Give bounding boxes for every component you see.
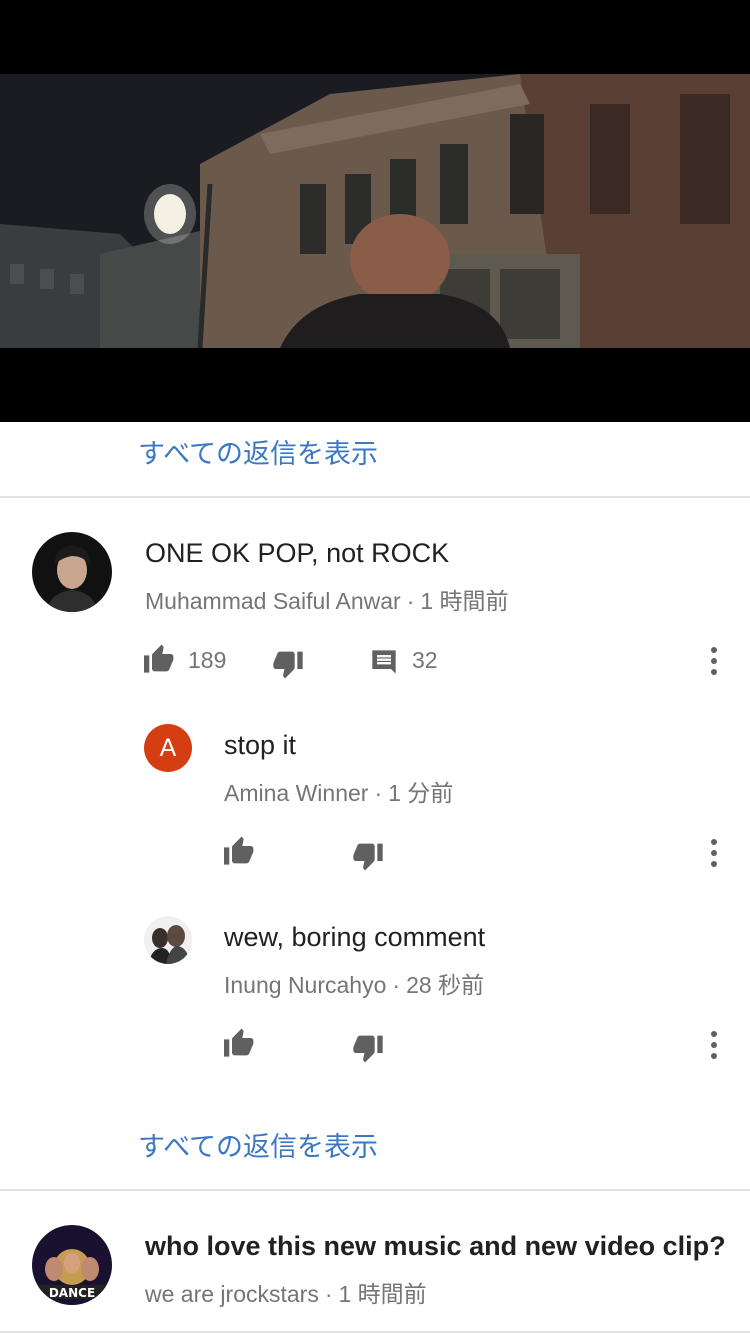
like-button[interactable] — [224, 835, 256, 865]
show-all-replies-link[interactable]: すべての返信を表示 — [138, 1125, 378, 1164]
reply-author[interactable]: Inung Nurcahyo — [224, 972, 386, 998]
comment-time: 1 時間前 — [338, 1281, 427, 1307]
avatar[interactable] — [144, 916, 192, 964]
comment-meta: Muhammad Saiful Anwar · 1 時間前 — [145, 588, 509, 614]
dislike-button[interactable] — [272, 650, 304, 680]
comment-text: who love this new music and new video cl… — [145, 1231, 726, 1261]
reply-time: 28 秒前 — [406, 972, 485, 998]
reply-text: wew, boring comment — [224, 922, 486, 952]
video-player[interactable] — [0, 0, 750, 422]
thumb-up-icon — [224, 836, 254, 865]
avatar[interactable] — [32, 532, 112, 612]
comment-author[interactable]: Muhammad Saiful Anwar — [145, 588, 401, 614]
reply-meta: Inung Nurcahyo · 28 秒前 — [224, 972, 485, 998]
avatar[interactable]: A — [144, 724, 192, 772]
like-count: 189 — [188, 647, 227, 673]
reply-author[interactable]: Amina Winner — [224, 780, 368, 806]
dislike-button[interactable] — [352, 1034, 384, 1064]
more-options-icon[interactable] — [710, 1031, 718, 1059]
comment-icon — [372, 650, 396, 674]
comment-meta: we are jrockstars · 1 時間前 — [145, 1281, 427, 1307]
comment-author[interactable]: we are jrockstars — [145, 1281, 319, 1307]
comment-time: 1 時間前 — [420, 588, 509, 614]
divider — [0, 1189, 750, 1191]
thumb-up-icon — [224, 1028, 254, 1057]
more-options-icon[interactable] — [710, 839, 718, 867]
like-button[interactable] — [144, 643, 176, 673]
thumb-down-icon — [353, 843, 383, 871]
divider — [0, 1331, 750, 1333]
thumb-down-icon — [273, 651, 303, 679]
show-all-replies-link[interactable]: すべての返信を表示 — [138, 432, 378, 471]
thumb-down-icon — [353, 1035, 383, 1063]
reply-meta: Amina Winner · 1 分前 — [224, 780, 454, 806]
thumb-up-icon — [144, 644, 174, 673]
reply-text: stop it — [224, 730, 297, 760]
comment-text: ONE OK POP, not ROCK — [145, 538, 450, 568]
like-button[interactable] — [224, 1027, 256, 1057]
reply-time: 1 分前 — [388, 780, 454, 806]
video-frame — [0, 74, 750, 348]
more-options-icon[interactable] — [710, 647, 718, 675]
avatar-logo-text: DANCE — [49, 1286, 95, 1300]
reply-button[interactable] — [370, 648, 398, 676]
avatar[interactable]: DANCE — [32, 1225, 112, 1305]
divider — [0, 496, 750, 498]
reply-count: 32 — [412, 647, 438, 673]
dislike-button[interactable] — [352, 842, 384, 872]
